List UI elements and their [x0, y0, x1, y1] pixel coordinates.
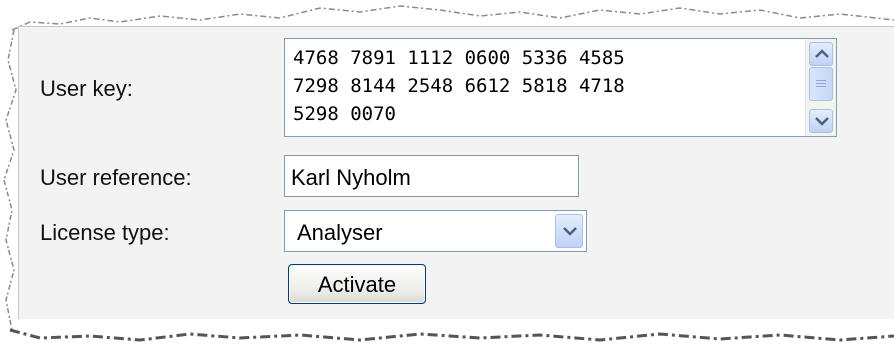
thumb-grip-line [816, 86, 826, 87]
activate-button-label: Activate [317, 272, 397, 297]
screenshot-frame: User key: 4768 7891 1112 0600 5336 4585 … [0, 0, 894, 344]
scroll-thumb[interactable] [809, 67, 833, 101]
user-reference-label: User reference: [40, 165, 192, 190]
user-key-label: User key: [40, 76, 133, 101]
user-key-value: 4768 7891 1112 0600 5336 4585 7298 8144 … [293, 47, 625, 125]
thumb-grip-line [816, 80, 826, 81]
user-reference-input[interactable]: Karl Nyholm [284, 155, 579, 197]
user-reference-value: Karl Nyholm [291, 165, 411, 190]
license-type-select[interactable]: Analyser [284, 210, 587, 252]
chevron-down-icon [563, 227, 577, 236]
user-key-scrollbar[interactable] [805, 39, 836, 136]
user-key-textarea[interactable]: 4768 7891 1112 0600 5336 4585 7298 8144 … [284, 38, 837, 137]
thumb-grip-line [816, 83, 826, 84]
scroll-down-button[interactable] [809, 109, 833, 133]
scroll-down-arrow-icon [815, 117, 829, 126]
license-type-selected-value: Analyser [297, 220, 383, 245]
scroll-up-arrow-icon [815, 49, 829, 58]
license-type-dropdown-button[interactable] [555, 214, 583, 248]
activate-button[interactable]: Activate [288, 264, 426, 304]
license-type-label: License type: [40, 220, 170, 245]
scroll-up-button[interactable] [809, 42, 833, 66]
